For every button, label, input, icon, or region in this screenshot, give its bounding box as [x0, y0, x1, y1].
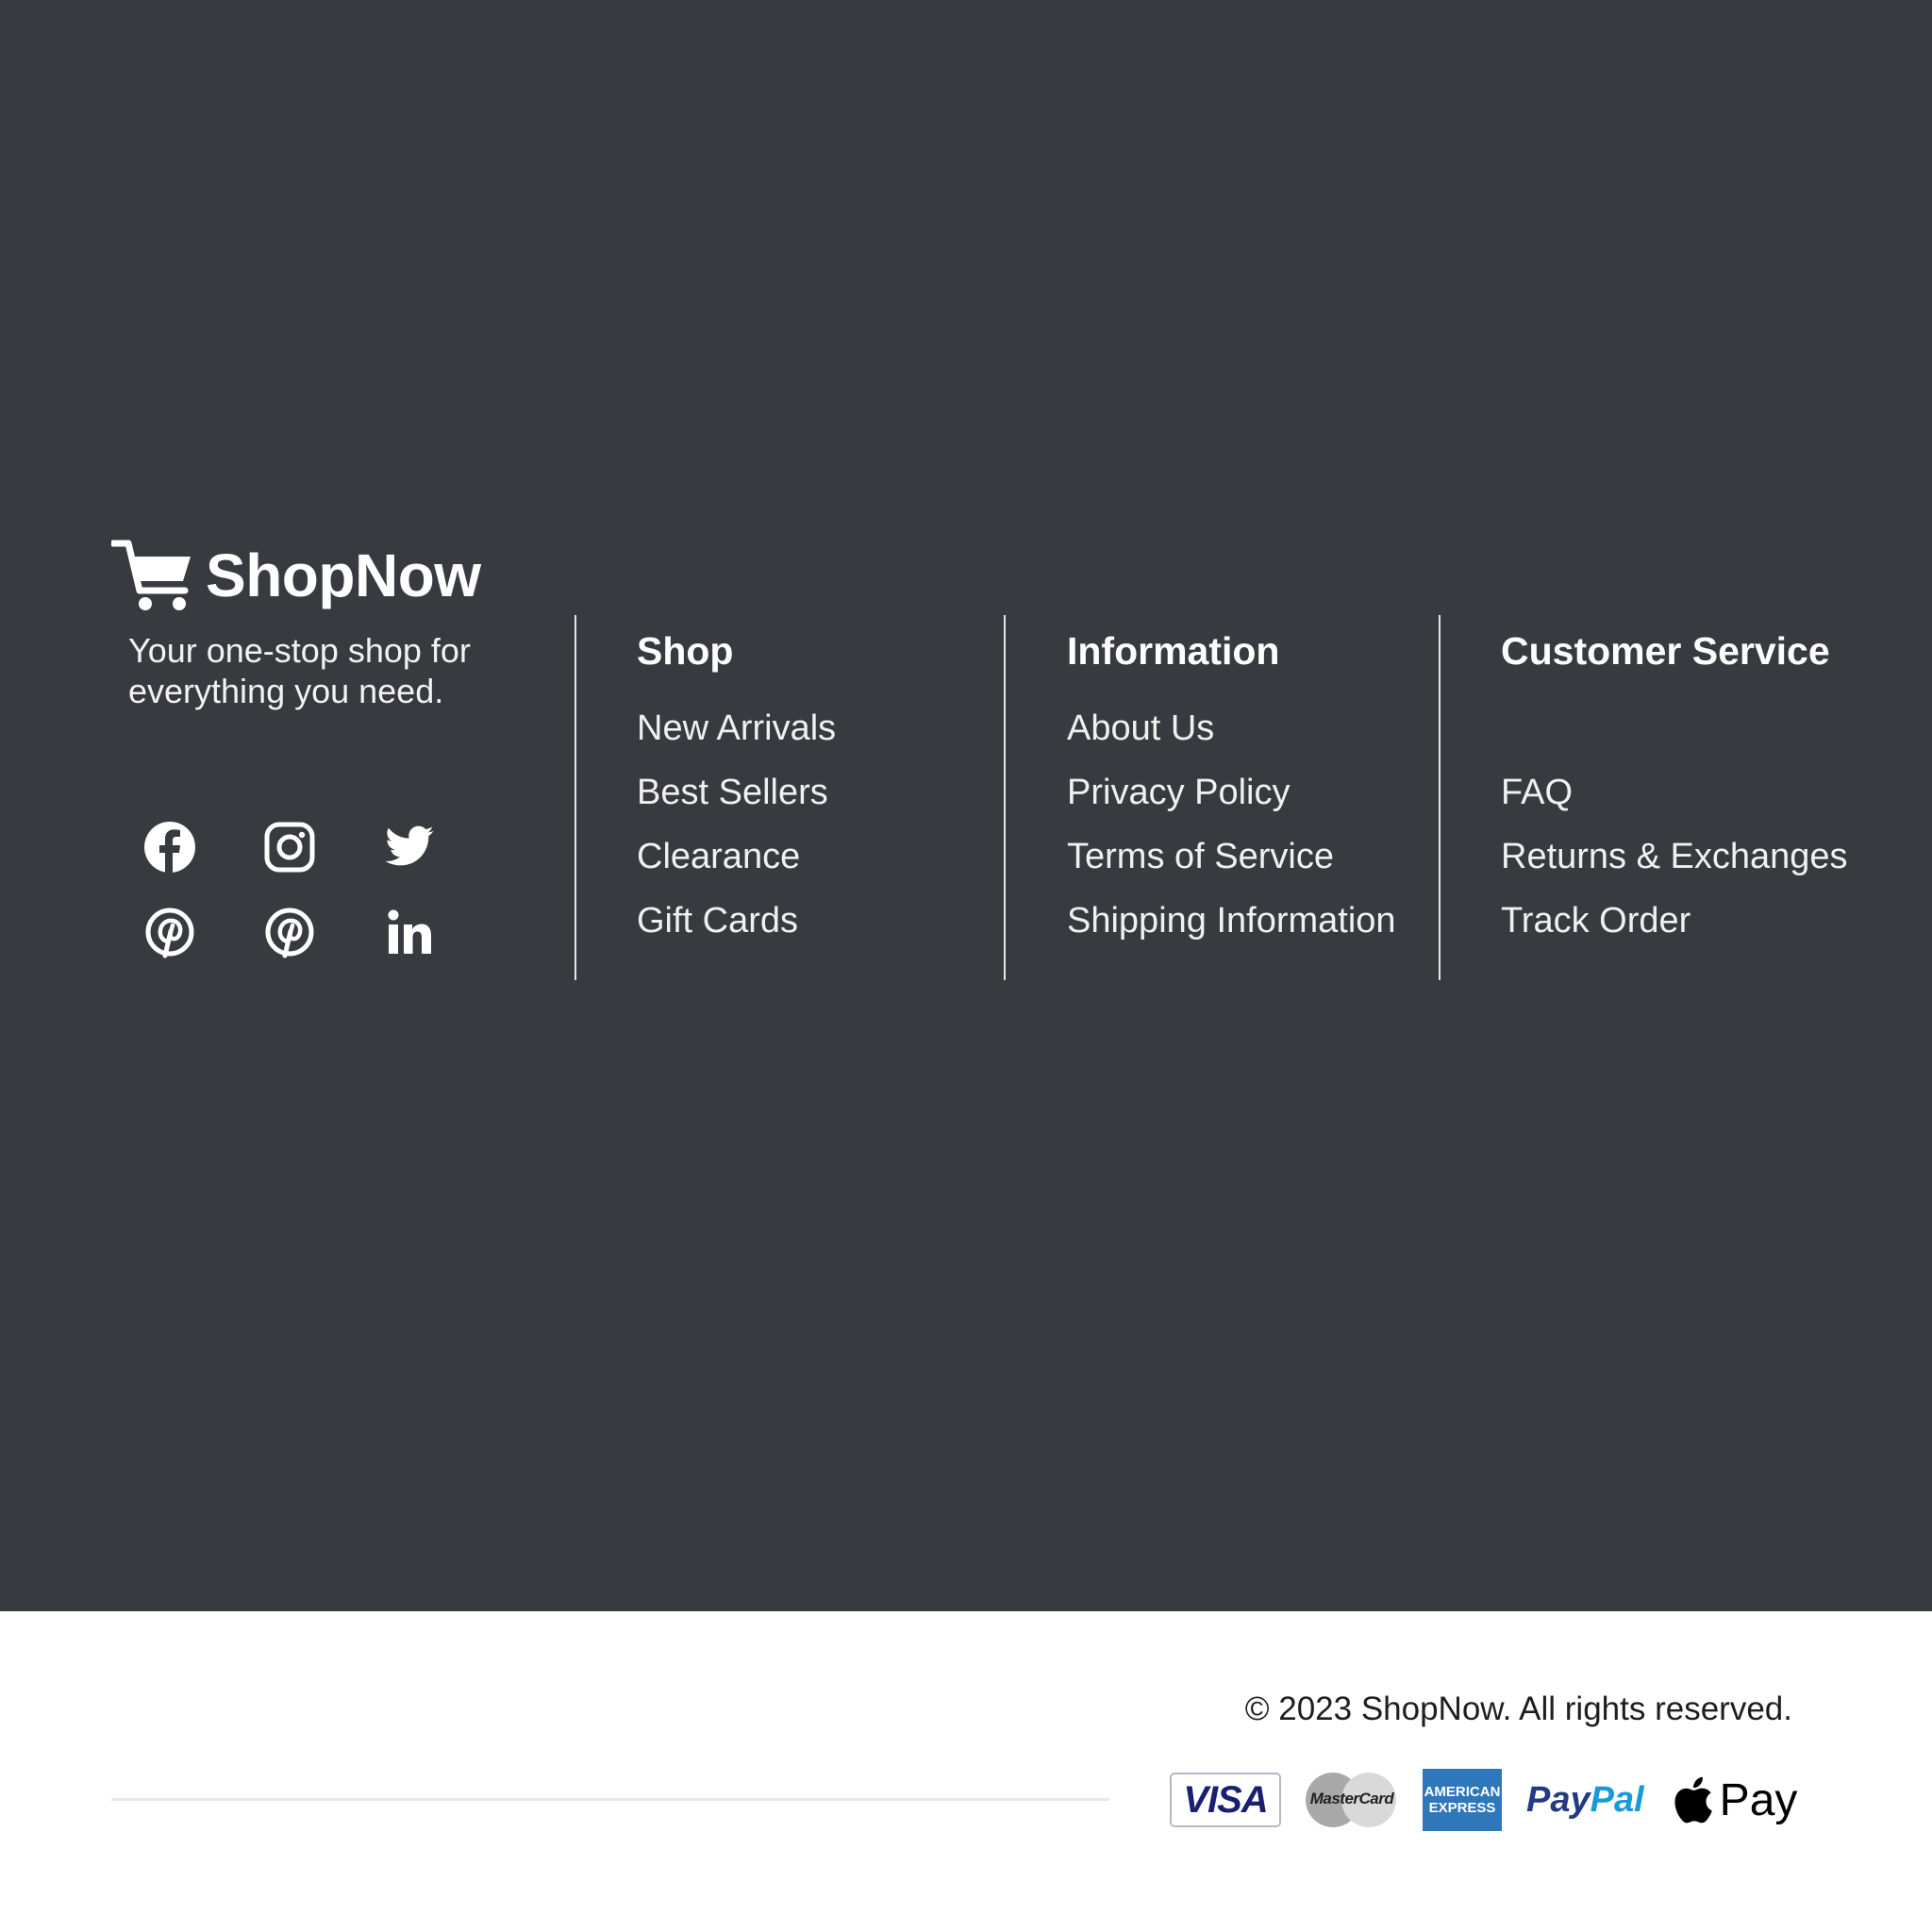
footer-main: ShopNow Your one-stop shop for everythin…	[0, 0, 1932, 1611]
link-about-us[interactable]: About Us	[1067, 696, 1396, 760]
bottom-divider	[111, 1798, 1109, 1801]
apple-pay-icon: Pay	[1669, 1773, 1798, 1827]
apple-pay-label: Pay	[1719, 1774, 1798, 1825]
instagram-link[interactable]	[261, 819, 318, 875]
brand-tagline: Your one-stop shop for everything you ne…	[128, 631, 471, 710]
paypal-part-1: Pay	[1526, 1779, 1591, 1820]
copyright-text: © 2023 ShopNow. All rights reserved.	[1244, 1690, 1792, 1727]
link-clearance[interactable]: Clearance	[637, 824, 836, 889]
column-title-information: Information	[1067, 629, 1280, 673]
pinterest-link[interactable]	[261, 904, 318, 960]
amex-line-2: EXPRESS	[1428, 1800, 1496, 1816]
column-divider	[1004, 615, 1006, 980]
pinterest-link[interactable]	[142, 904, 198, 960]
mastercard-label: MasterCard	[1309, 1790, 1394, 1807]
customer-service-links: FAQ Returns & Exchanges Track Order	[1501, 760, 1848, 953]
information-links: About Us Privacy Policy Terms of Service…	[1067, 696, 1396, 953]
link-faq[interactable]: FAQ	[1501, 760, 1848, 824]
link-returns-exchanges[interactable]: Returns & Exchanges	[1501, 824, 1848, 889]
shop-links: New Arrivals Best Sellers Clearance Gift…	[637, 696, 836, 953]
pinterest-icon	[145, 908, 194, 958]
facebook-link[interactable]	[142, 819, 198, 875]
linkedin-icon	[388, 909, 431, 954]
instagram-icon	[264, 822, 315, 873]
paypal-part-2: Pal	[1590, 1779, 1644, 1820]
footer-column-information: Information About Us Privacy Policy Term…	[1067, 625, 1396, 953]
column-divider	[575, 615, 576, 980]
twitter-link[interactable]	[381, 819, 438, 875]
social-links	[142, 819, 438, 960]
amex-line-1: AMERICAN	[1424, 1784, 1501, 1800]
brand-name: ShopNow	[206, 541, 481, 609]
link-new-arrivals[interactable]: New Arrivals	[637, 696, 836, 760]
link-gift-cards[interactable]: Gift Cards	[637, 889, 836, 953]
link-privacy-policy[interactable]: Privacy Policy	[1067, 760, 1396, 824]
link-terms-of-service[interactable]: Terms of Service	[1067, 824, 1396, 889]
column-divider	[1439, 615, 1441, 980]
link-shipping-information[interactable]: Shipping Information	[1067, 889, 1396, 953]
mastercard-icon: MasterCard	[1306, 1772, 1398, 1828]
footer-column-shop: Shop New Arrivals Best Sellers Clearance…	[637, 625, 836, 953]
shopping-cart-icon	[111, 540, 191, 610]
paypal-icon: Pay Pal	[1526, 1780, 1644, 1821]
brand-logo[interactable]: ShopNow	[111, 538, 481, 613]
column-title-shop: Shop	[637, 629, 734, 673]
twitter-icon	[385, 825, 434, 866]
linkedin-link[interactable]	[381, 904, 438, 960]
facebook-icon	[144, 822, 195, 874]
amex-icon: AMERICAN EXPRESS	[1423, 1769, 1502, 1831]
visa-icon: VISA	[1170, 1773, 1281, 1827]
link-track-order[interactable]: Track Order	[1501, 889, 1848, 953]
apple-logo-icon	[1674, 1776, 1712, 1824]
link-best-sellers[interactable]: Best Sellers	[637, 760, 836, 824]
footer-column-customer-service: Customer Service FAQ Returns & Exchanges…	[1501, 625, 1848, 953]
payment-methods: VISA MasterCard AMERICAN EXPRESS Pay Pal …	[1170, 1764, 1822, 1836]
column-title-customer-service: Customer Service	[1501, 629, 1830, 673]
pinterest-icon	[265, 908, 314, 958]
